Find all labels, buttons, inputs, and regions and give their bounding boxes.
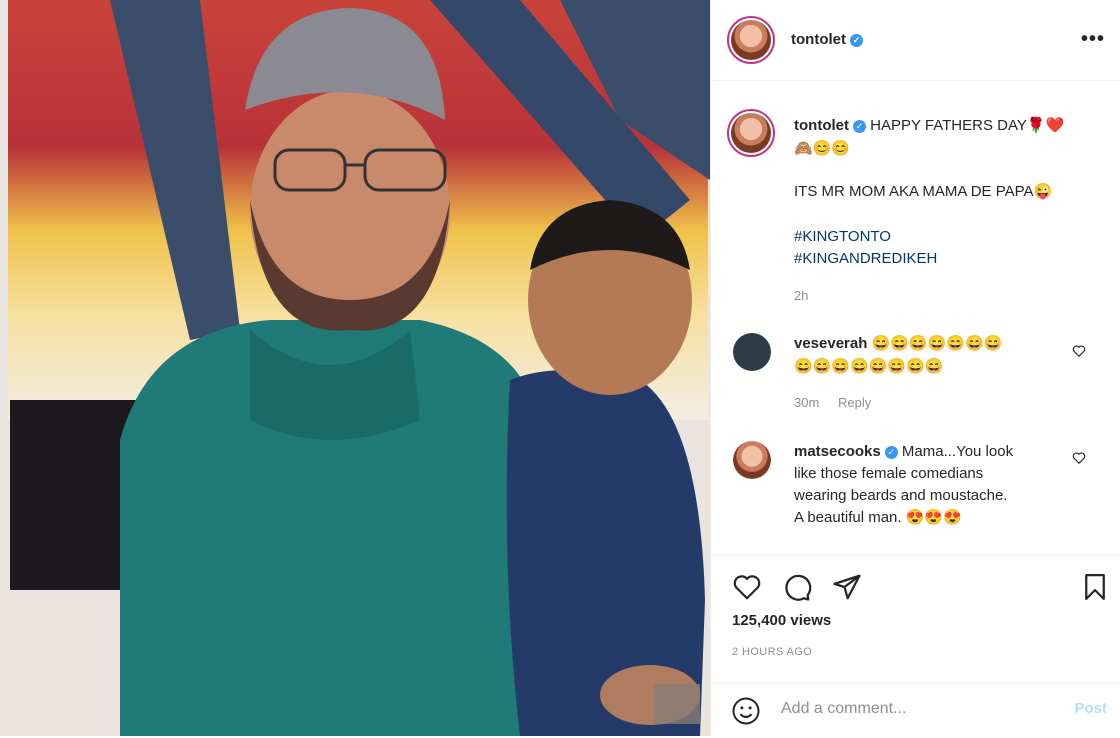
share-icon[interactable] — [832, 572, 862, 602]
caption-line-3: ITS MR MOM AKA MAMA DE PAPA😜 — [794, 183, 1053, 200]
like-heart-icon[interactable] — [732, 572, 762, 602]
commenter-avatar[interactable] — [733, 333, 771, 371]
caption-text: HAPPY FATHERS DAY🌹❤️ — [870, 117, 1065, 134]
save-bookmark-icon[interactable] — [1080, 572, 1110, 602]
post-comment-button[interactable]: Post — [1074, 700, 1107, 717]
hashtag-kingandredikeh[interactable]: #KINGANDREDIKEH — [794, 248, 937, 270]
comment-1-reply-button[interactable]: Reply — [838, 395, 871, 410]
post-photo — [0, 0, 710, 736]
author-username-row[interactable]: tontolet ✓ — [791, 31, 863, 48]
comment-1-time: 30m — [794, 395, 820, 410]
post-header: tontolet ✓ ••• — [711, 0, 1120, 81]
post-timestamp: 2 HOURS AGO — [732, 646, 813, 658]
caption-avatar[interactable] — [727, 109, 775, 157]
like-comment-heart-icon[interactable] — [1072, 344, 1086, 358]
add-comment-row: Add a comment... Post — [711, 683, 1120, 738]
comment-2-line-1: matsecooks ✓ Mama...You look — [794, 441, 1013, 463]
commenter-avatar[interactable] — [733, 441, 771, 479]
comment-1-text: 😄😄😄😄😄😄😄 — [871, 335, 1003, 352]
verified-badge-icon: ✓ — [849, 34, 863, 47]
caption-username[interactable]: tontolet — [794, 117, 849, 134]
comment-2-line-3: wearing beards and moustache. — [794, 487, 1008, 504]
comments-list[interactable]: tontolet ✓ HAPPY FATHERS DAY🌹❤️ 🙈😊😊 ITS M… — [711, 81, 1120, 555]
verified-badge-icon: ✓ — [884, 446, 898, 459]
comment-2-line-4: A beautiful man. 😍😍😍 — [794, 509, 962, 526]
emoji-smiley-icon[interactable] — [731, 696, 761, 726]
caption-line-1: tontolet ✓ HAPPY FATHERS DAY🌹❤️ — [794, 115, 1064, 137]
comment-2-username[interactable]: matsecooks — [794, 443, 881, 460]
add-comment-input[interactable]: Add a comment... — [781, 700, 906, 718]
author-avatar[interactable] — [727, 16, 775, 64]
post-actions: 125,400 views 2 HOURS AGO Add a comment.… — [711, 555, 1120, 737]
comment-icon[interactable] — [782, 572, 812, 602]
caption-time: 2h — [794, 288, 809, 303]
comment-2-text: Mama...You look — [901, 443, 1014, 460]
more-options-icon[interactable]: ••• — [1081, 28, 1105, 51]
like-comment-heart-icon[interactable] — [1072, 451, 1086, 465]
view-count[interactable]: 125,400 views — [732, 612, 831, 629]
author-username[interactable]: tontolet — [791, 31, 846, 48]
post-sidebar: tontolet ✓ ••• tontolet ✓ HAPPY FATHERS DA… — [710, 0, 1120, 736]
comment-2-line-2: like those female comedians — [794, 465, 984, 482]
comment-1-line-2: 😄😄😄😄😄😄😄😄 — [794, 358, 944, 375]
comment-1-line-1: veseverah 😄😄😄😄😄😄😄 — [794, 333, 1002, 355]
verified-badge-icon: ✓ — [852, 120, 866, 133]
caption-emoji-line: 🙈😊😊 — [794, 140, 851, 157]
comment-1-username[interactable]: veseverah — [794, 335, 867, 352]
hashtag-kingtonto[interactable]: #KINGTONTO — [794, 226, 891, 248]
post-media[interactable] — [0, 0, 710, 736]
